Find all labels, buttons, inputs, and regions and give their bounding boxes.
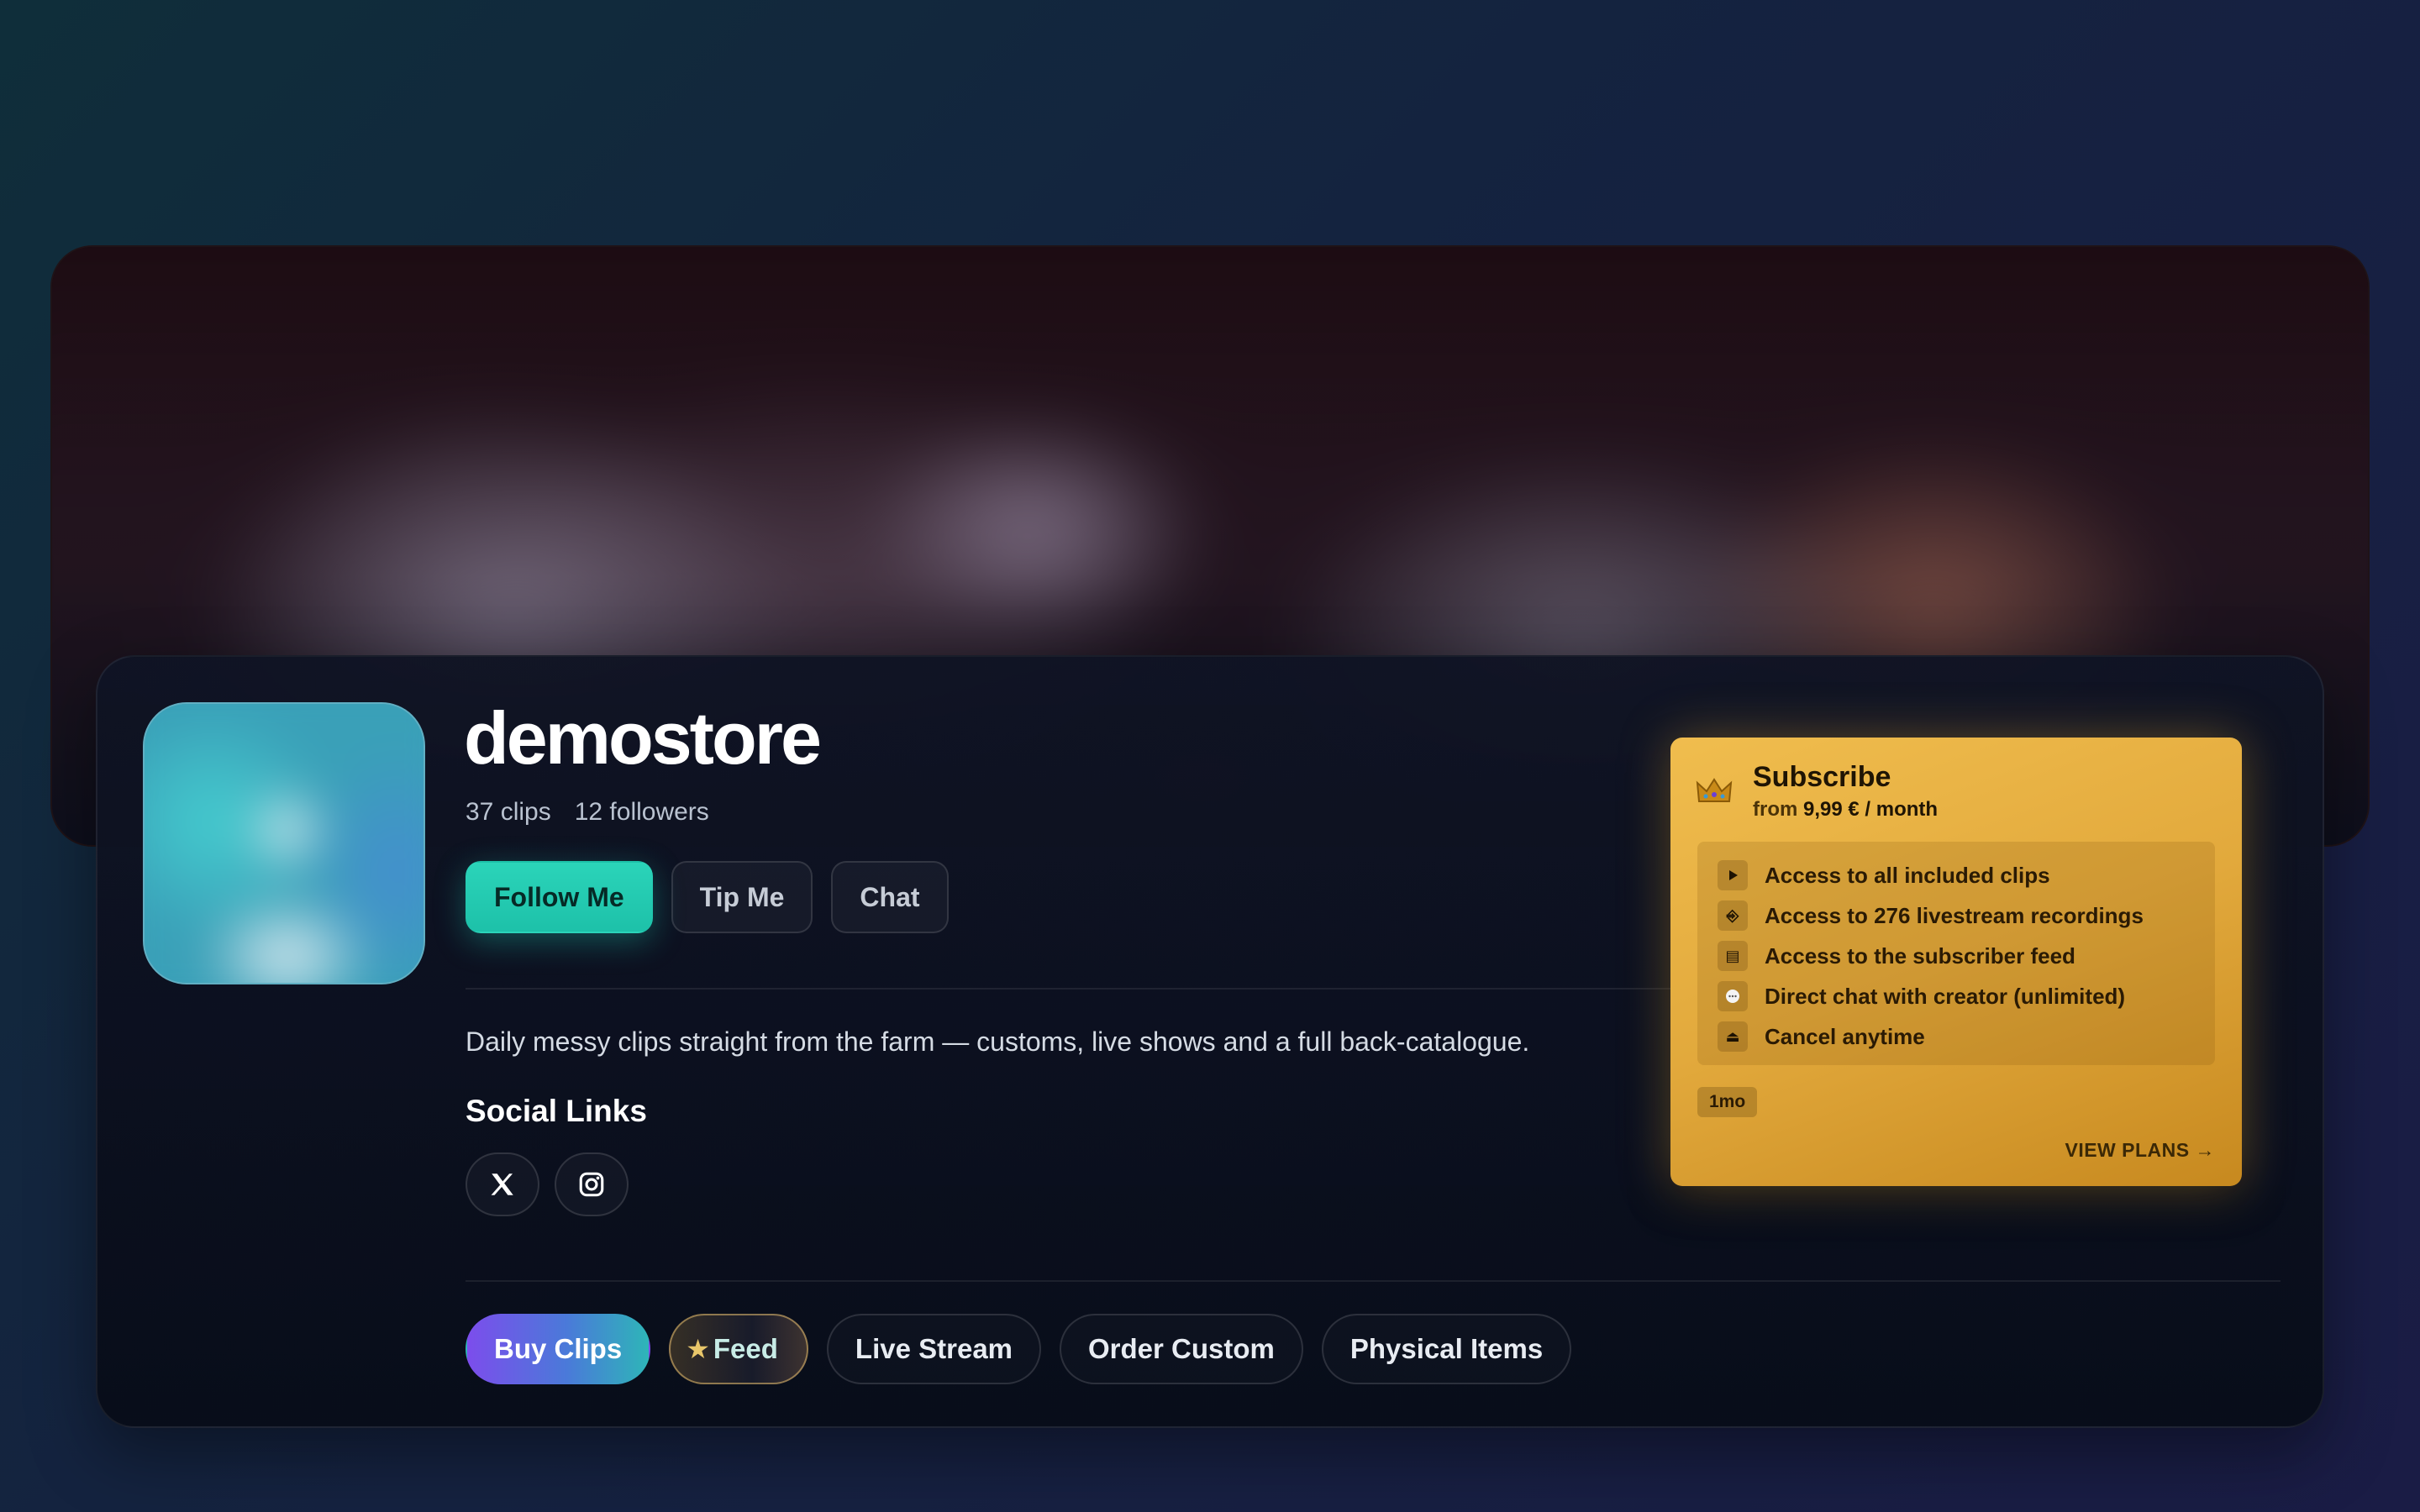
- feed-icon: ▤: [1718, 941, 1748, 971]
- view-plans-link[interactable]: VIEW PLANS →: [2065, 1139, 2215, 1162]
- tab-buy-clips[interactable]: Buy Clips: [466, 1314, 651, 1384]
- play-icon: [1718, 860, 1748, 890]
- avatar: [143, 702, 425, 984]
- page-title: demostore: [464, 696, 822, 780]
- chat-button[interactable]: Chat: [831, 861, 949, 933]
- x-icon[interactable]: [466, 1152, 539, 1216]
- follow-button[interactable]: Follow Me: [466, 861, 653, 933]
- subscribe-features: Access to all included clips ⎆ Access to…: [1697, 842, 2215, 1065]
- profile-actions: Follow Me Tip Me Chat: [466, 861, 949, 933]
- social-links-heading: Social Links: [466, 1094, 647, 1128]
- tab-physical-items[interactable]: Physical Items: [1321, 1314, 1572, 1384]
- instagram-icon[interactable]: [555, 1152, 629, 1216]
- chat-bubble-icon: [1718, 981, 1748, 1011]
- tab-feed-label: Feed: [713, 1333, 778, 1364]
- list-item: Direct chat with creator (unlimited): [1718, 976, 2195, 1016]
- tab-live-stream[interactable]: Live Stream: [826, 1314, 1042, 1384]
- clips-count: 37 clips: [466, 798, 551, 826]
- subscribe-card[interactable]: Subscribe from 9,99 € / month Access to …: [1670, 738, 2242, 1186]
- crown-icon: [1696, 776, 1733, 815]
- recording-icon: ⎆: [1718, 900, 1748, 931]
- duration-badge: 1mo: [1697, 1087, 1758, 1117]
- subscribe-price: from 9,99 € / month: [1753, 798, 1939, 821]
- divider: [466, 988, 1810, 990]
- social-links: [466, 1152, 629, 1216]
- star-icon: ★: [686, 1334, 710, 1364]
- divider: [466, 1280, 2281, 1282]
- profile-bio: Daily messy clips straight from the farm…: [466, 1026, 1530, 1057]
- list-item: ▤ Access to the subscriber feed: [1718, 936, 2195, 976]
- profile-stats: 37 clips 12 followers: [466, 798, 709, 827]
- list-item: ⎆ Access to 276 livestream recordings: [1718, 895, 2195, 936]
- list-item: ⏏ Cancel anytime: [1718, 1016, 2195, 1057]
- subscribe-title: Subscribe: [1753, 761, 1891, 793]
- tab-feed[interactable]: ★ Feed: [669, 1314, 808, 1384]
- followers-count: 12 followers: [574, 798, 709, 826]
- eject-icon: ⏏: [1718, 1021, 1748, 1052]
- tip-button[interactable]: Tip Me: [671, 861, 813, 933]
- list-item: Access to all included clips: [1718, 855, 2195, 895]
- store-tabs: Buy Clips ★ Feed Live Stream Order Custo…: [466, 1314, 1572, 1384]
- tab-order-custom[interactable]: Order Custom: [1060, 1314, 1303, 1384]
